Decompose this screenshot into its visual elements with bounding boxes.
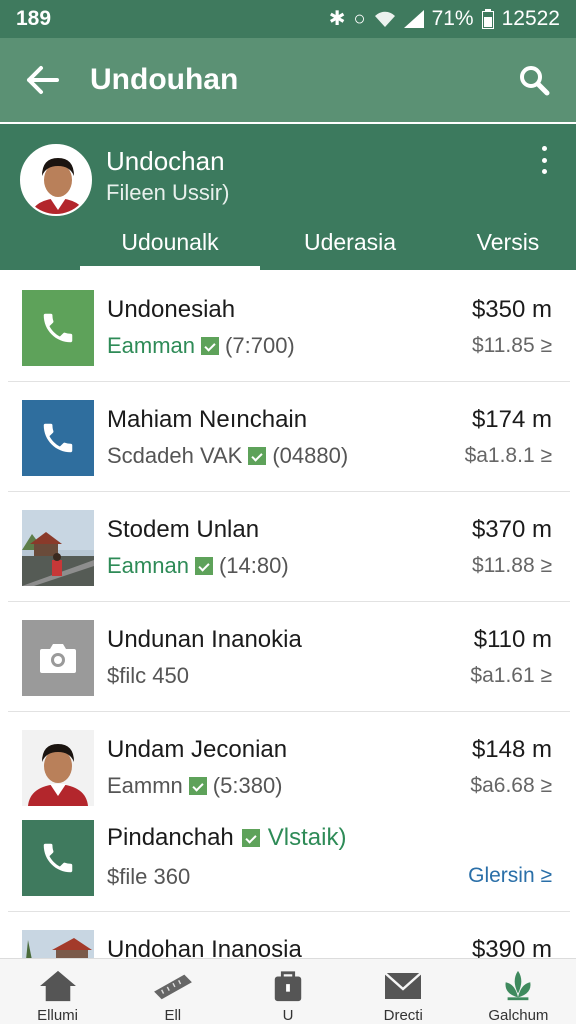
status-clock: 12522 [501,7,560,30]
item-amount: $350 m [471,296,552,323]
battery-icon [481,9,494,29]
profile-subtitle: Fileen Ussir) [106,180,230,205]
avatar [22,730,94,806]
item-title: Mahiam Neınchain [107,406,308,433]
photo-thumbnail [22,510,94,586]
item-subtitle: Eamnan (14:80) [107,553,289,578]
more-dot-icon [541,146,547,151]
item-title: Undunan Inanokia [107,626,302,653]
profile-photo [22,146,90,214]
signal-icon [403,10,424,28]
item-subtitle: Eamman (7:700) [107,333,295,358]
nav-item-drecti[interactable]: Drecti [346,959,461,1024]
nav-item-ellumi[interactable]: Ellumi [0,959,115,1024]
profile-header: Undochan Fileen Ussir) Udounalk Uderasia… [0,124,576,270]
item-amount: $174 m [471,406,552,433]
item-secondary-amount: $11.85 ≥ [471,334,552,357]
tab-uderasia[interactable]: Uderasia [260,214,440,270]
status-icons: ✱ ○ 71% 12522 [329,7,560,31]
ruler-icon [153,974,192,1000]
bottom-nav: Ellumi Ell U Drecti Galchum [0,958,576,1024]
home-icon [39,970,76,1002]
check-badge-icon [241,829,260,847]
mail-icon [384,972,423,999]
photo-thumbnail [22,930,94,958]
list-item[interactable]: Undunan Inanokia $filc 450 $110 m $a1.61… [8,602,570,712]
back-arrow-icon [27,66,59,94]
camera-icon [22,620,94,696]
item-amount: $148 m [471,736,552,763]
check-badge-icon [201,337,220,355]
list-item[interactable]: Stodem Unlan Eamnan (14:80) $370 m $11.8… [8,492,570,602]
alarm-icon: ○ [353,8,366,30]
battery-percent: 71% [431,7,474,30]
item-amount: $370 m [471,516,552,543]
item-title: Pindanchah Vlstaik) [107,824,347,851]
phone-icon [22,820,94,896]
item-secondary-amount: $a6.68 ≥ [470,774,552,797]
avatar[interactable] [20,144,92,216]
tab-bar: Udounalk Uderasia Versis [80,214,576,270]
check-badge-icon [248,447,267,465]
item-subtitle: $file 360 [107,864,191,889]
nav-item-galchum[interactable]: Galchum [461,959,576,1024]
tab-udounalk[interactable]: Udounalk [80,214,260,270]
phone-icon [22,290,94,366]
check-badge-icon [194,557,213,575]
item-secondary-amount: $a1.61 ≥ [470,664,552,687]
app-bar: Undouhan [0,38,576,122]
check-badge-icon [188,777,207,795]
profile-name: Undochan [106,146,225,176]
nav-item-u[interactable]: U [230,959,345,1024]
list-item[interactable]: Mahiam Neınchain Scdadeh VAK (04880) $17… [8,382,570,492]
transaction-list: Undonesiah Eamman (7:700) $350 m $11.85 … [8,272,570,958]
more-dot-icon [541,169,547,174]
page-title: Undouhan [90,63,239,96]
bluetooth-icon: ✱ [328,8,346,30]
item-title: Undam Jeconian [107,736,288,763]
item-amount: $110 m [473,626,552,653]
search-icon [520,66,550,96]
phone-icon [22,400,94,476]
back-button[interactable] [20,58,64,102]
item-amount: $390 m [471,936,552,958]
item-link[interactable]: Glersin ≥ [468,864,552,888]
item-subtitle: Scdadeh VAK (04880) [107,443,349,468]
item-subtitle: $filc 450 [107,663,189,688]
plant-icon [505,970,531,1001]
bag-icon [274,971,302,1002]
item-title: Stodem Unlan [107,516,260,543]
list-item[interactable]: Undonesiah Eamman (7:700) $350 m $11.85 … [8,272,570,382]
list-item[interactable]: Undam Jeconian Eammn (5:380) $148 m $a6.… [8,712,570,912]
more-options-button[interactable] [536,146,552,174]
nav-item-ell[interactable]: Ell [115,959,230,1024]
search-button[interactable] [512,58,556,102]
item-title: Undohan Inanosia [107,936,302,958]
item-secondary-amount: $11.88 ≥ [471,554,552,577]
status-time: 189 [16,7,52,30]
tab-versis[interactable]: Versis [440,214,576,270]
item-title: Undonesiah [107,296,236,323]
more-dot-icon [541,157,547,163]
list-item[interactable]: Undohan Inanosia $390 m [8,912,570,958]
status-bar: 189 ✱ ○ 71% 12522 [0,0,576,38]
wifi-icon [374,11,395,27]
item-secondary-amount: $a1.8.1 ≥ [464,444,552,467]
item-subtitle: Eammn (5:380) [107,773,283,798]
